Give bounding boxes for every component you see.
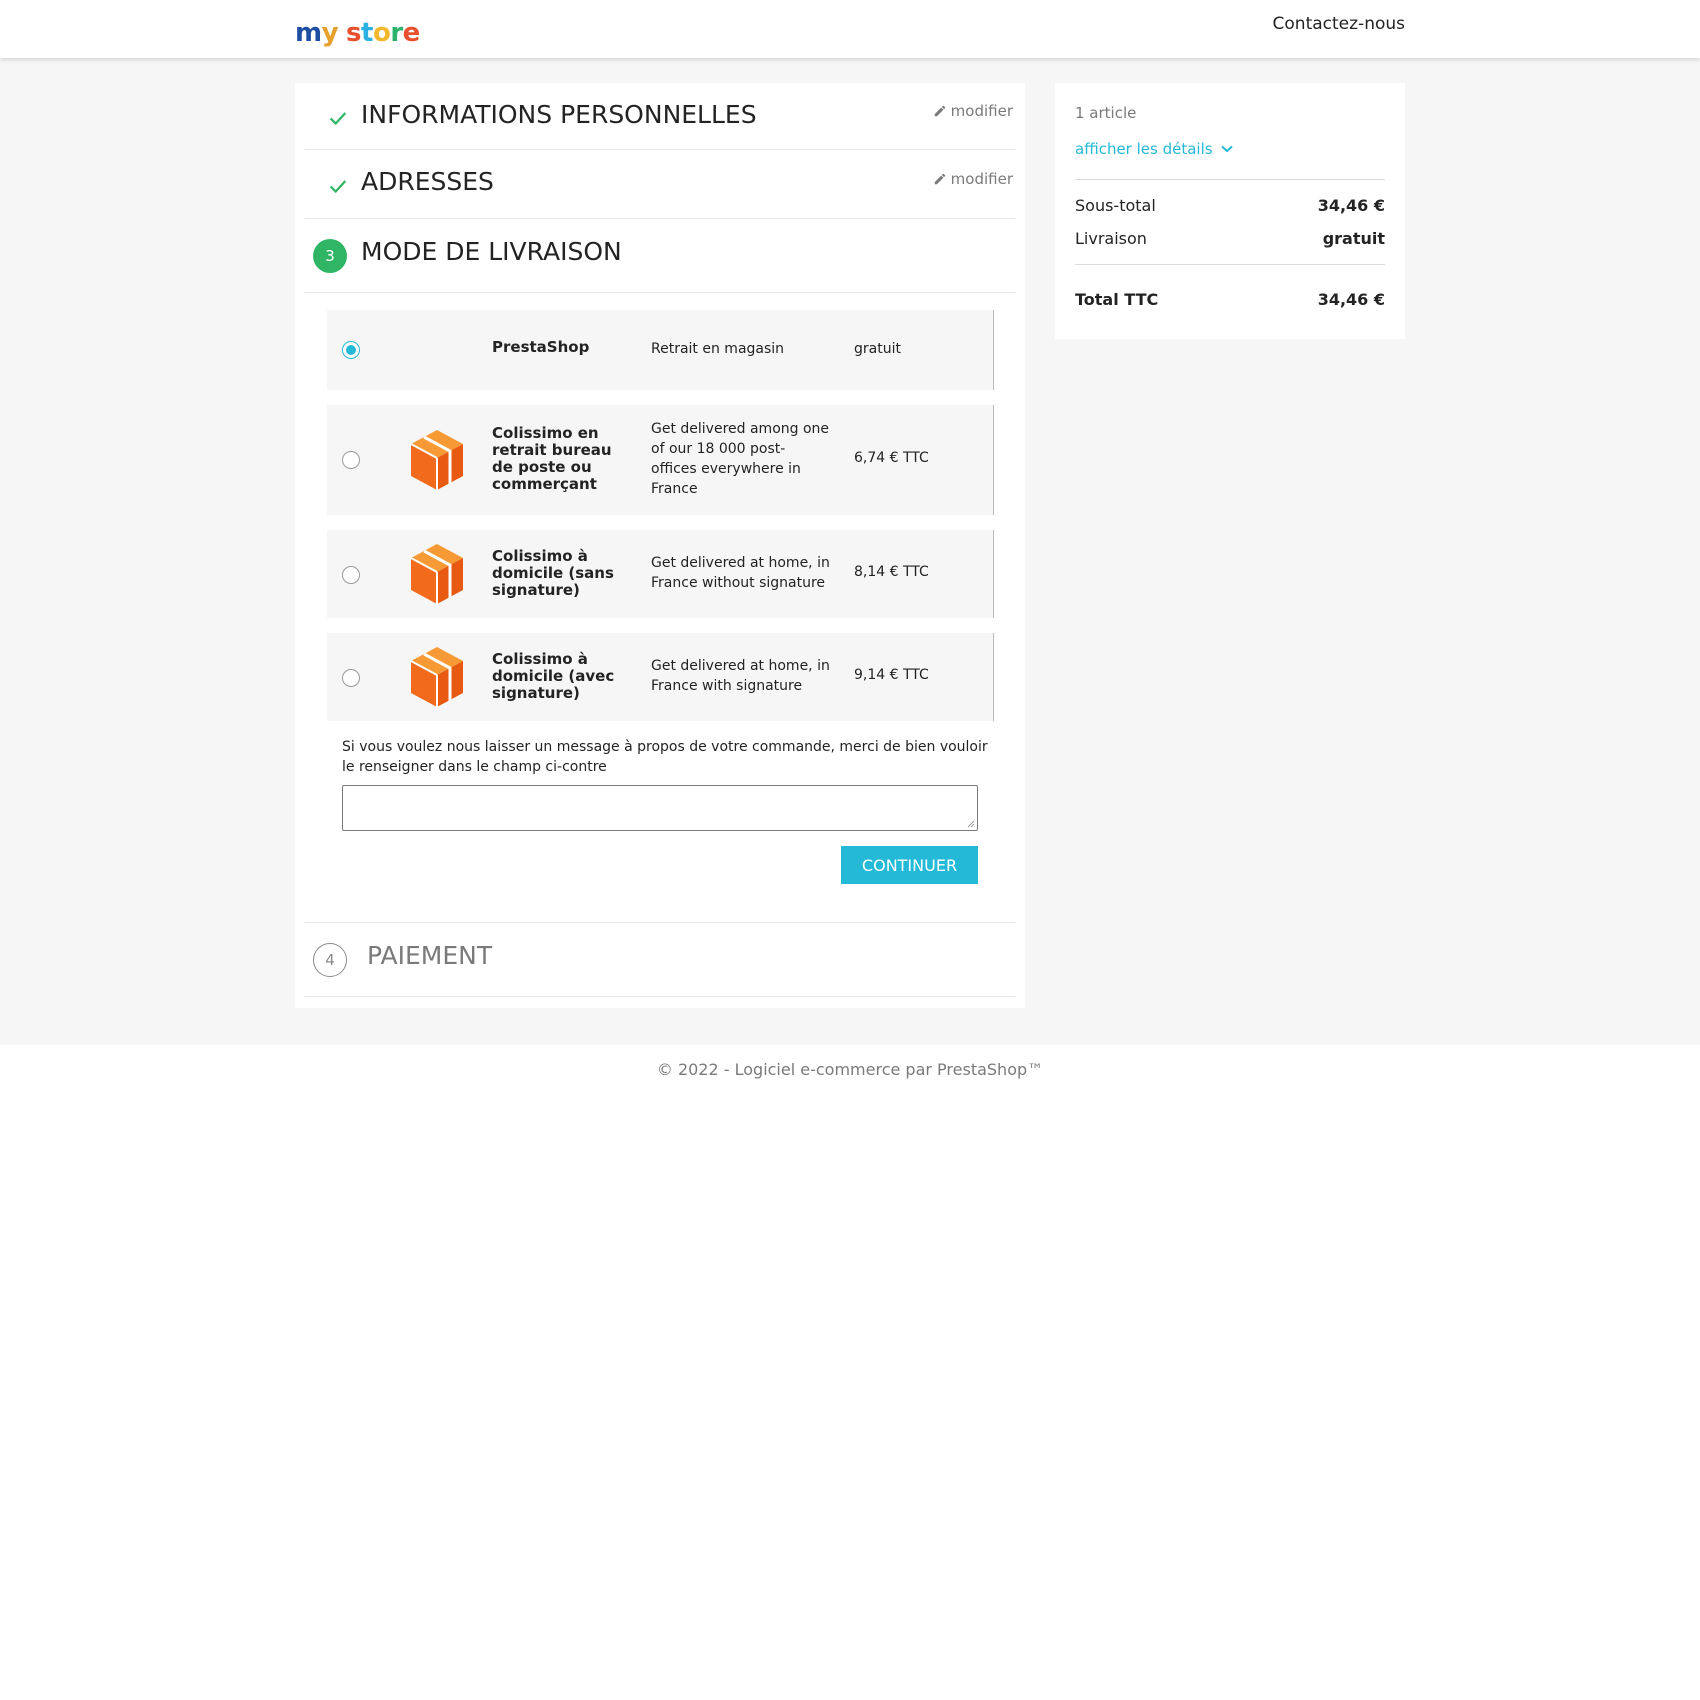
edit-personal-info-link[interactable]: modifier — [933, 102, 1013, 120]
pencil-icon — [934, 105, 945, 117]
carrier-delay: Get delivered at home, in France without… — [651, 555, 830, 591]
footer-copyright[interactable]: © 2022 - Logiciel e-commerce par PrestaS… — [0, 1060, 1700, 1079]
package-icon — [410, 544, 463, 604]
edit-label: modifier — [950, 102, 1013, 120]
logo-letter-y: y — [321, 18, 339, 48]
carrier-name: PrestaShop — [492, 338, 590, 356]
step-number-badge: 3 — [313, 239, 347, 273]
carrier-delay: Get delivered at home, in France with si… — [651, 658, 830, 694]
carrier-price: 6,74 € TTC — [854, 450, 929, 466]
carrier-name: Colissimo en retrait bureau de poste ou … — [492, 424, 612, 493]
step-personal-info[interactable]: INFORMATIONS PERSONNELLES modifier — [305, 83, 1015, 150]
carrier-radio[interactable] — [342, 669, 360, 687]
logo-letter-o: o — [372, 18, 391, 48]
subtotal-label: Sous-total — [1075, 196, 1156, 215]
site-header: m y s t o r e Contactez-nous — [0, 0, 1700, 58]
carrier-name: Colissimo à domicile (sans signature) — [492, 547, 614, 599]
shipping-value: gratuit — [1322, 229, 1385, 248]
step-addresses[interactable]: ADRESSES modifier — [305, 150, 1015, 219]
store-logo[interactable]: m y s t o r e — [295, 10, 420, 46]
step-number-badge: 4 — [313, 943, 347, 977]
step-title: PAIEMENT — [367, 941, 493, 970]
show-details-toggle[interactable]: afficher les détails — [1075, 140, 1233, 158]
step-shipping-method: 3 MODE DE LIVRAISON — [305, 219, 1015, 293]
logo-letter-r: r — [390, 18, 403, 48]
package-icon — [410, 647, 463, 707]
carrier-option-colissimo-home-no-signature[interactable]: Colissimo à domicile (sans signature) Ge… — [327, 530, 994, 618]
cart-summary-card: 1 article afficher les détails Sous-tota… — [1055, 83, 1405, 339]
logo-letter-t: t — [361, 18, 373, 48]
step-title: INFORMATIONS PERSONNELLES — [361, 100, 757, 129]
logo-letter-s: s — [346, 18, 362, 48]
step-title: MODE DE LIVRAISON — [361, 237, 622, 266]
logo-letter-e: e — [402, 18, 421, 48]
chevron-down-icon — [1220, 145, 1233, 153]
carrier-name: Colissimo à domicile (avec signature) — [492, 650, 615, 702]
divider — [1075, 179, 1385, 180]
order-message-textarea[interactable] — [342, 785, 978, 831]
step-title: ADRESSES — [361, 167, 494, 196]
package-icon — [410, 430, 463, 490]
carrier-radio[interactable] — [342, 451, 360, 469]
carrier-delay: Retrait en magasin — [651, 341, 785, 357]
pencil-icon — [934, 173, 945, 185]
checkout-steps-card: INFORMATIONS PERSONNELLES modifier ADRES… — [295, 83, 1025, 1008]
carrier-price: 8,14 € TTC — [854, 564, 929, 580]
carrier-delay: Get delivered among one of our 18 000 po… — [651, 421, 830, 497]
carrier-price: 9,14 € TTC — [854, 667, 929, 683]
logo-letter-m: m — [295, 18, 322, 48]
show-details-label: afficher les détails — [1075, 140, 1213, 158]
step-payment: 4 PAIEMENT — [305, 922, 1015, 997]
contact-link[interactable]: Contactez-nous — [1273, 14, 1405, 34]
edit-label: modifier — [950, 170, 1013, 188]
shipping-label: Livraison — [1075, 229, 1147, 248]
carrier-radio[interactable] — [342, 341, 360, 359]
carrier-option-prestashop[interactable]: PrestaShop Retrait en magasin gratuit — [327, 310, 994, 390]
resize-grip-icon[interactable] — [967, 820, 975, 828]
order-message-label: Si vous voulez nous laisser un message à… — [342, 739, 988, 775]
carrier-price: gratuit — [854, 341, 901, 357]
total-value: 34,46 € — [1317, 290, 1385, 309]
checkmark-icon — [329, 180, 347, 194]
carrier-option-colissimo-home-signature[interactable]: Colissimo à domicile (avec signature) Ge… — [327, 633, 994, 721]
divider — [1075, 264, 1385, 265]
subtotal-value: 34,46 € — [1317, 196, 1385, 215]
carrier-option-colissimo-relay[interactable]: Colissimo en retrait bureau de poste ou … — [327, 405, 994, 515]
edit-addresses-link[interactable]: modifier — [933, 170, 1013, 188]
checkmark-icon — [329, 112, 347, 126]
total-label: Total TTC — [1075, 290, 1159, 309]
carrier-radio[interactable] — [342, 566, 360, 584]
continue-button[interactable]: CONTINUER — [841, 846, 978, 884]
cart-item-count: 1 article — [1075, 104, 1137, 122]
